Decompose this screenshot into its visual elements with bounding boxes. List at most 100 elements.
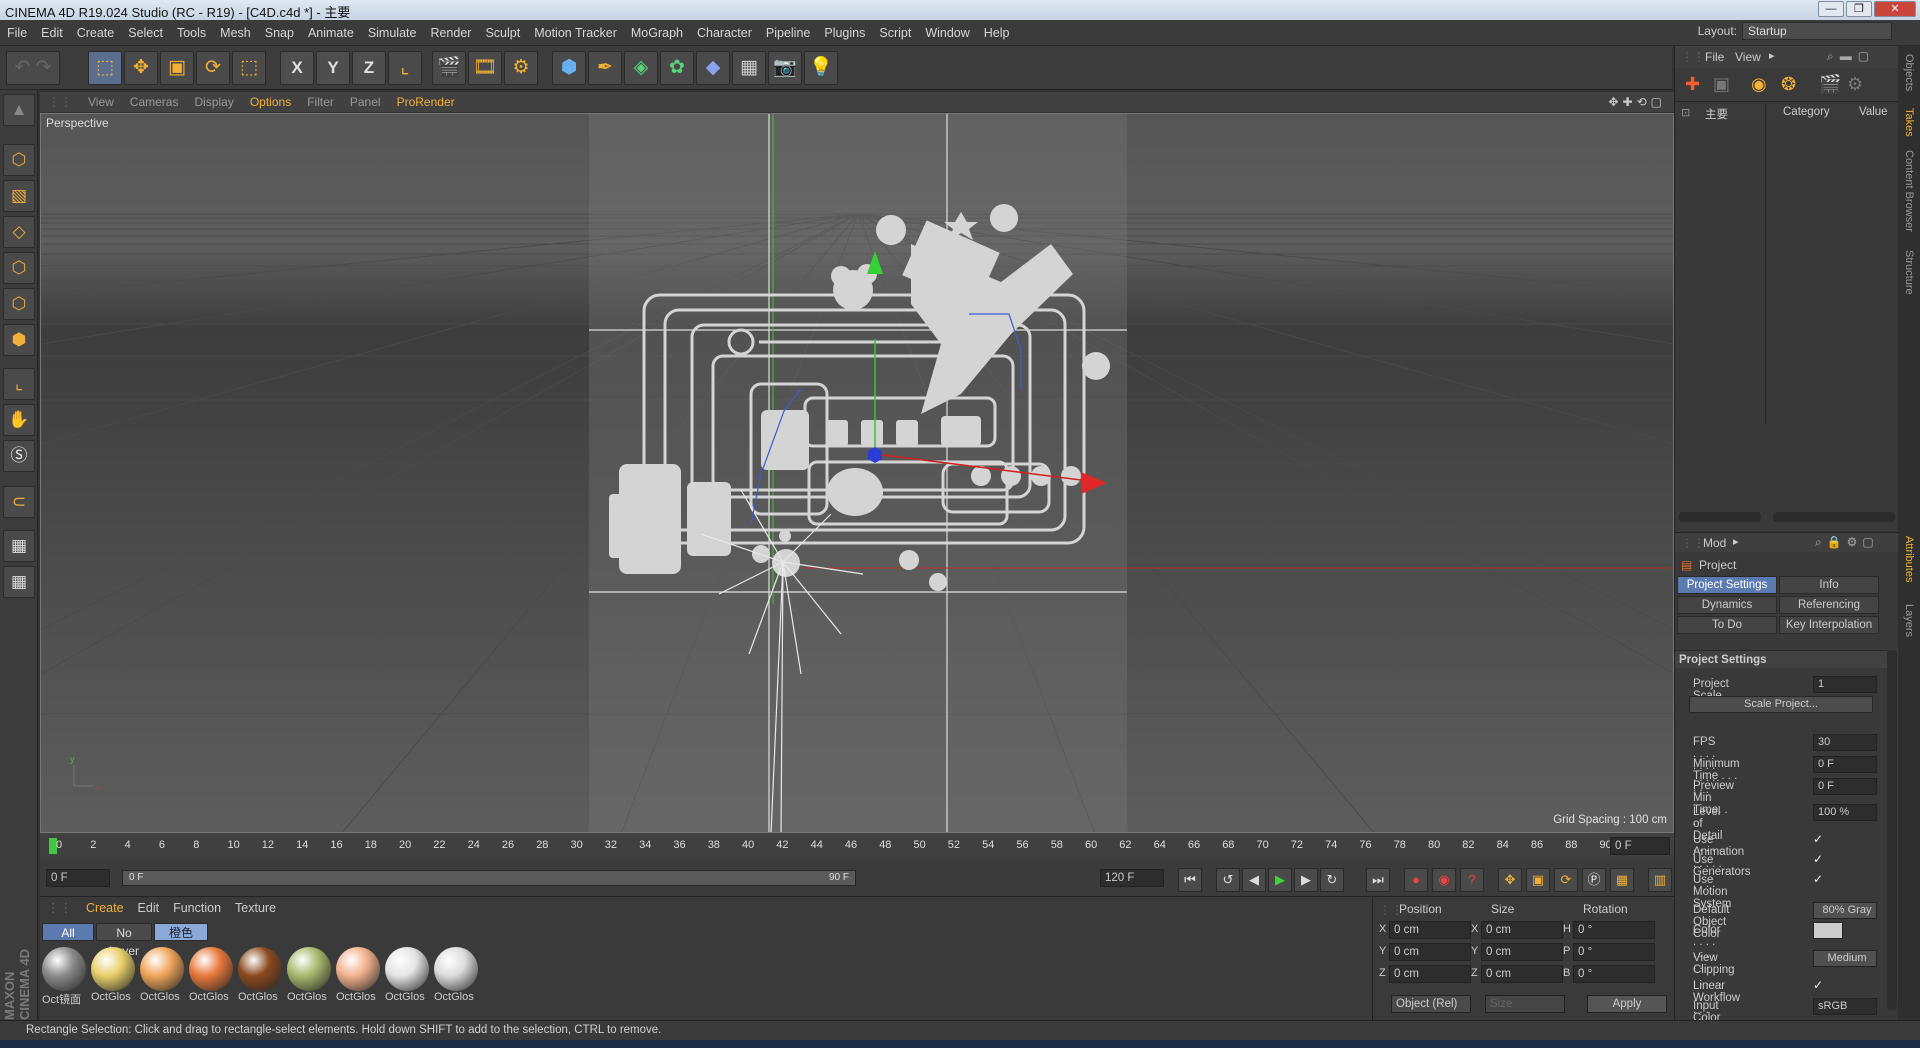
coord-value-field[interactable]: 0 cm [1481, 943, 1563, 961]
attr-color-swatch[interactable] [1813, 922, 1843, 939]
undo-redo-icon[interactable]: ↶ ↷ [6, 51, 60, 85]
vp-menu-filter[interactable]: Filter [299, 92, 342, 112]
vp-menu-cameras[interactable]: Cameras [122, 92, 187, 112]
coord-value-field[interactable]: 0 cm [1481, 965, 1563, 983]
am-mode-menu[interactable]: Mod [1703, 536, 1726, 550]
key-position-icon[interactable]: ✥ [1498, 868, 1522, 892]
tab-to-do[interactable]: To Do [1677, 616, 1777, 634]
vp-menu-display[interactable]: Display [186, 92, 241, 112]
take-main-label[interactable]: 主要 [1705, 106, 1728, 122]
filter-all-tab[interactable]: All [42, 923, 94, 941]
frame-range-slider[interactable]: 0 F 90 F [122, 870, 856, 886]
key-rotation-icon[interactable]: ⟳ [1554, 868, 1578, 892]
autokey-icon[interactable]: ◉ [1432, 868, 1456, 892]
select-tool-icon[interactable]: ⬚ [88, 51, 122, 85]
om-more-icon[interactable]: ▸ [1769, 49, 1775, 62]
rotate-tool-icon[interactable]: ⟳ [196, 51, 230, 85]
attr-value-field[interactable]: sRGB [1813, 998, 1877, 1015]
prev-key-icon[interactable]: ↺ [1216, 868, 1240, 892]
maximize-button[interactable]: ❐ [1846, 1, 1872, 17]
coord-value-field[interactable]: 0 cm [1389, 943, 1471, 961]
attr-checkbox[interactable]: ✓ [1813, 832, 1827, 849]
workplane-mode-icon[interactable]: ◇ [3, 216, 35, 248]
menu-motion-tracker[interactable]: Motion Tracker [527, 20, 624, 46]
om-window-icons[interactable]: ⌕▬▢ [1827, 49, 1875, 64]
menu-create[interactable]: Create [70, 20, 122, 46]
menu-file[interactable]: File [0, 20, 34, 46]
coord-value-field[interactable]: 0 ° [1573, 921, 1655, 939]
om-scrollbar-left[interactable] [1679, 512, 1761, 522]
coord-value-field[interactable]: 0 cm [1389, 965, 1471, 983]
spline-pen-icon[interactable]: ✒ [588, 51, 622, 85]
prev-frame-icon[interactable]: ◀ [1242, 868, 1266, 892]
material-swatch[interactable]: OctGlos [140, 947, 186, 1003]
texture-mode-icon[interactable]: ▧ [3, 180, 35, 212]
mat-menu-create[interactable]: Create [79, 897, 131, 919]
cloner-icon[interactable]: ✿ [660, 51, 694, 85]
material-swatch[interactable]: OctGlos [385, 947, 431, 1003]
axis-z-button[interactable]: Z [352, 51, 386, 85]
scale-project-button[interactable]: Scale Project... [1689, 696, 1873, 713]
menu-script[interactable]: Script [872, 20, 918, 46]
light-icon[interactable]: 💡 [804, 51, 838, 85]
timeline-window-icon[interactable]: ▥ [1648, 868, 1672, 892]
subdivision-surface-icon[interactable]: ◈ [624, 51, 658, 85]
points-mode-icon[interactable]: ⬡ [3, 252, 35, 284]
take-checkbox-icon[interactable]: ⊡ [1681, 106, 1690, 119]
current-frame-field[interactable]: 0 F [1610, 837, 1670, 855]
last-tool-icon[interactable]: ⬚ [232, 51, 266, 85]
mat-menu-edit[interactable]: Edit [131, 897, 167, 919]
coord-value-field[interactable]: 0 cm [1389, 921, 1471, 939]
make-editable-icon[interactable]: ▲ [3, 94, 35, 126]
timeline-ruler[interactable]: 0 2 4 6 8 10 12 14 16 18 20 22 24 26 28 30 32 34 36 38 40 42 4… [40, 833, 1674, 858]
side-tab-structure[interactable]: Structure [1903, 250, 1915, 295]
material-swatch[interactable]: OctGlos [336, 947, 382, 1003]
edges-mode-icon[interactable]: ⬡ [3, 288, 35, 320]
coord-value-field[interactable]: 0 ° [1573, 965, 1655, 983]
move-tool-icon[interactable]: ✥ [124, 51, 158, 85]
take-override-icon[interactable]: ◉ [1751, 74, 1767, 95]
axis-mode-icon[interactable]: ⌞ [3, 368, 35, 400]
am-more-icon[interactable]: ▸ [1733, 535, 1739, 548]
attr-checkbox[interactable]: ✓ [1813, 852, 1827, 869]
planar-workplane-icon[interactable]: ▦ [3, 566, 35, 598]
end-frame-field[interactable]: 120 F [1100, 869, 1164, 887]
vp-menu-panel[interactable]: Panel [342, 92, 389, 112]
menu-mograph[interactable]: MoGraph [624, 20, 690, 46]
side-tab-objects[interactable]: Objects [1903, 54, 1915, 91]
lock-workplane-icon[interactable]: ▦ [3, 530, 35, 562]
snap-icon[interactable]: Ⓢ [3, 440, 35, 472]
menu-snap[interactable]: Snap [258, 20, 301, 46]
material-swatch[interactable]: OctGlos [287, 947, 333, 1003]
side-tab-content-browser[interactable]: Content Browser [1903, 150, 1915, 232]
next-frame-icon[interactable]: ▶ [1294, 868, 1318, 892]
viewport-navigation-icons[interactable]: ✥✚⟲▢ [1608, 92, 1666, 112]
vp-menu-view[interactable]: View [80, 92, 122, 112]
material-swatch[interactable]: OctGlos [238, 947, 284, 1003]
material-swatch[interactable]: Oct镜面 [42, 947, 88, 1006]
menu-sculpt[interactable]: Sculpt [478, 20, 527, 46]
attr-value-field[interactable]: 30 [1813, 734, 1877, 751]
key-parameter-icon[interactable]: Ⓟ [1582, 868, 1606, 892]
take-add-icon[interactable]: ✚ [1685, 74, 1700, 95]
render-picture-viewer-icon[interactable]: 🎞 [468, 51, 502, 85]
attr-value-field[interactable]: 80% Gray [1813, 902, 1877, 919]
menu-window[interactable]: Window [918, 20, 976, 46]
menu-plugins[interactable]: Plugins [817, 20, 872, 46]
menu-animate[interactable]: Animate [301, 20, 361, 46]
tab-referencing[interactable]: Referencing [1779, 596, 1879, 614]
menu-mesh[interactable]: Mesh [213, 20, 258, 46]
apply-button[interactable]: Apply [1587, 995, 1667, 1013]
attr-value-field[interactable]: 100 % [1813, 804, 1877, 821]
material-swatch[interactable]: OctGlos [189, 947, 235, 1003]
take-clone-icon[interactable]: ▣ [1713, 74, 1730, 95]
take-render-icon[interactable]: 🎬 [1819, 74, 1841, 95]
play-icon[interactable]: ▶ [1268, 868, 1292, 892]
mat-menu-texture[interactable]: Texture [228, 897, 283, 919]
tab-info[interactable]: Info [1779, 576, 1879, 594]
attr-value-field[interactable]: Medium [1813, 950, 1877, 967]
side-tab-takes[interactable]: Takes [1903, 108, 1915, 137]
menu-tools[interactable]: Tools [170, 20, 213, 46]
menu-help[interactable]: Help [977, 20, 1017, 46]
material-swatch[interactable]: OctGlos [91, 947, 137, 1003]
